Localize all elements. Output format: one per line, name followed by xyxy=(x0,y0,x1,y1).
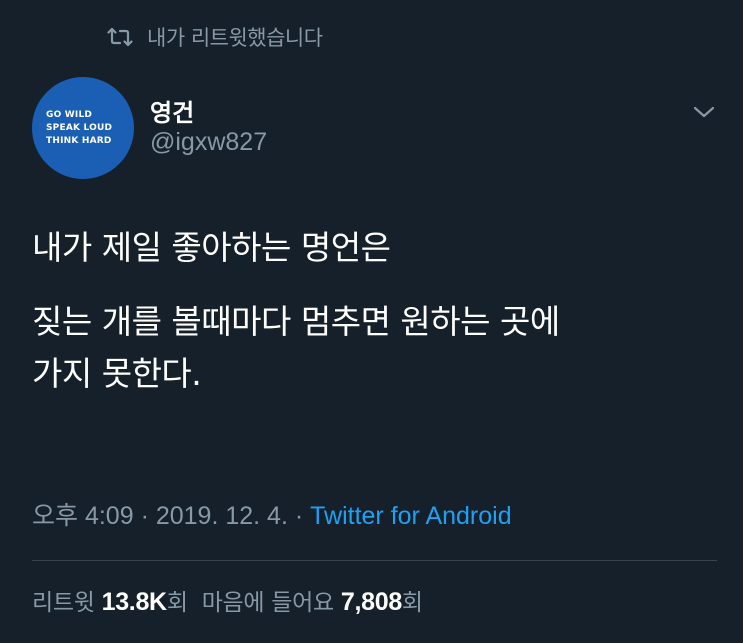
avatar-text-line: SPEAK LOUD xyxy=(46,122,113,133)
retweet-context-text: 내가 리트윗했습니다 xyxy=(147,26,323,50)
tweet-text: 내가 제일 좋아하는 명언은 짖는 개를 볼때마다 멈추면 원하는 곳에가지 못… xyxy=(32,222,712,400)
divider xyxy=(32,560,717,561)
tweet-meta: 오후 4:09 · 2019. 12. 4. · Twitter for And… xyxy=(32,496,512,532)
likes-stat[interactable]: 마음에 들어요 7,808회 xyxy=(202,583,423,617)
retweets-label: 리트윗 xyxy=(32,590,95,616)
tweet-menu-button[interactable] xyxy=(689,98,719,128)
retweets-suffix: 회 xyxy=(166,590,188,616)
likes-suffix: 회 xyxy=(401,590,423,616)
tweet-stats: 리트윗 13.8K회 마음에 들어요 7,808회 xyxy=(32,583,423,617)
retweet-context: 내가 리트윗했습니다 xyxy=(107,22,323,52)
tweet-time[interactable]: 오후 4:09 xyxy=(32,502,134,530)
tweet-text-line: 내가 제일 좋아하는 명언은 xyxy=(32,228,391,267)
display-name[interactable]: 영건 xyxy=(150,93,194,128)
likes-label: 마음에 들어요 xyxy=(201,590,334,616)
tweet-text-line: 가지 못한다. xyxy=(32,354,202,393)
avatar-text-line: GO WILD xyxy=(46,109,93,120)
tweet-text-paragraph: 짖는 개를 볼때마다 멈추면 원하는 곳에가지 못한다. xyxy=(32,296,712,400)
retweets-stat[interactable]: 리트윗 13.8K회 xyxy=(32,583,188,617)
tweet-text-line: 짖는 개를 볼때마다 멈추면 원하는 곳에 xyxy=(32,302,560,341)
user-handle[interactable]: @igxw827 xyxy=(150,128,267,157)
meta-separator: · xyxy=(140,502,149,530)
chevron-down-icon xyxy=(693,104,715,123)
likes-count: 7,808 xyxy=(340,588,402,616)
retweet-icon xyxy=(107,26,133,48)
tweet-source-link[interactable]: Twitter for Android xyxy=(310,502,511,530)
avatar[interactable]: GO WILD SPEAK LOUD THINK HARD xyxy=(32,77,134,179)
meta-separator: · xyxy=(294,502,304,530)
retweets-count: 13.8K xyxy=(101,588,168,616)
tweet-date[interactable]: 2019. 12. 4. xyxy=(156,502,288,530)
avatar-text-line: THINK HARD xyxy=(46,135,112,146)
